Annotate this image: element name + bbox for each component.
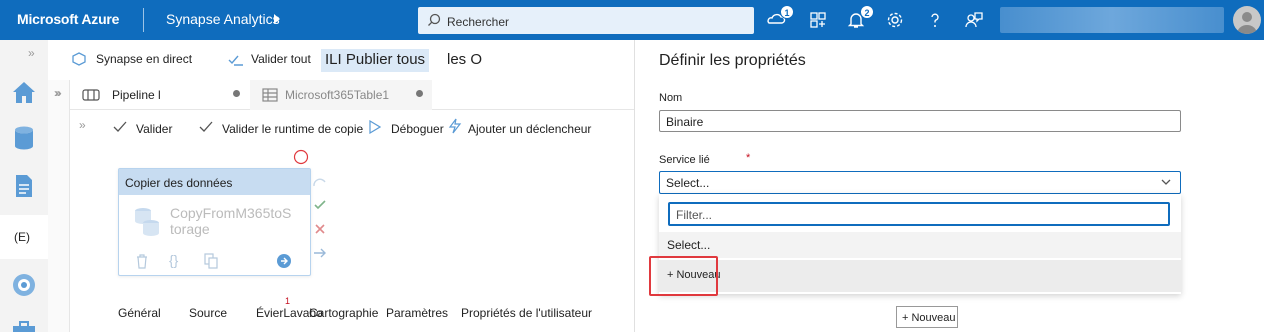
account-info[interactable] (1000, 7, 1224, 33)
debug-button[interactable]: Déboguer (391, 122, 444, 136)
product-name[interactable]: Synapse Analytics (166, 11, 280, 27)
collapse-tabs-icon[interactable]: » (55, 86, 62, 100)
data-nav[interactable] (10, 124, 38, 152)
rail-item-selected[interactable]: (E) (0, 215, 48, 259)
feedback-button[interactable] (964, 10, 984, 30)
add-trigger-button[interactable]: Ajouter un déclencheur (468, 122, 591, 136)
play-icon (369, 120, 381, 134)
tab-source[interactable]: Source (189, 306, 227, 320)
directory-icon (810, 12, 826, 28)
notifications-button[interactable]: 2 (846, 5, 874, 30)
skip-icon[interactable] (312, 176, 328, 190)
unsaved-dot-icon[interactable] (416, 90, 423, 97)
tab-microsoft365table[interactable]: Microsoft365Table1 (250, 80, 432, 110)
user-icon (1237, 12, 1257, 34)
validate-all-button[interactable]: Valider tout (251, 52, 311, 66)
search-box[interactable]: Rechercher (418, 7, 754, 34)
secondary-rail: » (48, 80, 70, 332)
name-input[interactable]: Binaire (659, 110, 1181, 132)
activity-header: Copier des données (119, 169, 310, 195)
failure-icon[interactable] (312, 222, 328, 236)
unsaved-dot-icon[interactable] (233, 90, 240, 97)
monitor-icon (13, 274, 35, 296)
linked-service-label: Service lié (659, 154, 710, 166)
editor-tabs: » Pipeline l Microsoft365Table1 (55, 80, 634, 110)
activity-name-line2: torage (170, 221, 210, 237)
directory-button[interactable] (808, 10, 828, 30)
chevron-right-icon[interactable] (274, 14, 280, 24)
table-icon (262, 88, 278, 102)
tab-general[interactable]: Général (118, 306, 161, 320)
notification-badge: 1 (780, 5, 794, 19)
home-nav[interactable] (10, 79, 38, 107)
help-icon (931, 13, 939, 27)
name-label: Nom (659, 92, 683, 104)
validate-all-icon (228, 55, 243, 66)
delete-icon[interactable] (135, 253, 149, 269)
new-button[interactable]: + Nouveau (896, 306, 958, 328)
tab-user-properties[interactable]: Propriétés de l'utilisateur (461, 306, 592, 320)
search-placeholder: Rechercher (447, 15, 510, 29)
copy-data-activity[interactable]: Copier des données CopyFromM365toS torag… (118, 168, 311, 276)
success-icon[interactable] (312, 198, 328, 212)
tab-table-label: Microsoft365Table1 (285, 88, 390, 102)
validate-button[interactable]: Valider (136, 122, 172, 136)
develop-nav[interactable] (10, 172, 38, 200)
publish-all-button[interactable]: ILI Publier tous (321, 49, 430, 72)
code-icon[interactable]: {} (169, 252, 178, 268)
pipeline-icon (82, 89, 100, 101)
arrow-right-circle-icon[interactable] (276, 253, 292, 269)
database-icon (15, 126, 33, 150)
help-button[interactable] (925, 10, 945, 30)
avatar[interactable] (1233, 6, 1261, 34)
divider (143, 8, 144, 32)
linked-service-select[interactable]: Select... (659, 171, 1181, 194)
rail-selected-label: (E) (14, 230, 30, 244)
cloud-shell-button[interactable]: 1 (766, 5, 794, 30)
tab-mapping[interactable]: Cartographie (309, 306, 378, 320)
search-icon (428, 13, 441, 26)
left-rail: » (E) (0, 40, 48, 332)
highlight-box (649, 256, 718, 296)
brand-title[interactable]: Microsoft Azure (17, 11, 119, 27)
expand-activities-icon[interactable]: » (79, 118, 86, 132)
settings-button[interactable] (885, 10, 905, 30)
gear-icon (887, 12, 903, 28)
filter-input[interactable]: Filter... (668, 202, 1170, 226)
tab-pipeline[interactable]: Pipeline l (70, 80, 250, 110)
synapse-live-button[interactable]: Synapse en direct (96, 52, 192, 66)
lightning-icon (448, 118, 462, 134)
home-icon (13, 82, 35, 103)
alerts-badge: 2 (860, 5, 874, 19)
check-icon (113, 121, 127, 132)
monitor-nav[interactable] (10, 271, 38, 299)
option-new[interactable]: + Nouveau (659, 260, 1181, 292)
chevron-down-icon (1161, 179, 1171, 185)
clone-icon[interactable] (203, 253, 219, 269)
copy-database-icon (135, 208, 159, 236)
check-icon (199, 121, 213, 132)
expand-rail-icon[interactable]: » (28, 46, 35, 60)
required-asterisk: * (746, 152, 751, 164)
activity-name-line1: CopyFromM365toS (170, 205, 292, 221)
publish-tail-text: les O (447, 51, 483, 68)
error-circle-icon[interactable] (293, 149, 309, 165)
feedback-icon (965, 12, 983, 28)
tab-pipeline-label: Pipeline l (112, 88, 161, 102)
validate-runtime-button[interactable]: Valider le runtime de copie (222, 122, 363, 136)
synapse-icon (72, 52, 86, 66)
option-select[interactable]: Select... (659, 232, 1181, 258)
panel-title: Définir les propriétés (659, 52, 806, 69)
completion-icon[interactable] (312, 246, 328, 260)
toolbox-icon (13, 321, 35, 332)
sink-error-badge: 1 (285, 296, 291, 306)
tab-parameters[interactable]: Paramètres (386, 306, 448, 320)
select-value: Select... (666, 176, 710, 190)
activity-name: CopyFromM365toS torage (170, 205, 300, 237)
document-icon (16, 175, 32, 197)
manage-nav[interactable] (10, 318, 38, 332)
top-bar: Microsoft Azure Synapse Analytics Recher… (0, 0, 1264, 40)
